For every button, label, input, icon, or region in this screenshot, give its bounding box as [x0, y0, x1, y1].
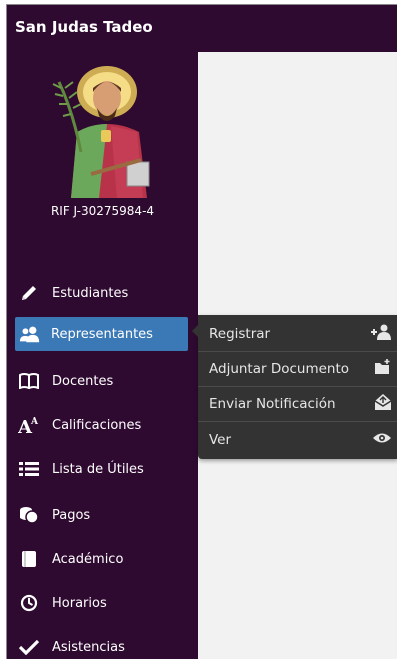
sidebar-item-asistencias[interactable]: Asistencias [7, 630, 198, 659]
svg-text:A: A [30, 417, 39, 427]
submenu-item-enviar-notificacion[interactable]: Enviar Notificación [198, 387, 397, 422]
sidebar-item-label: Horarios [52, 595, 107, 611]
sidebar-item-label: Pagos [52, 507, 91, 523]
pencil-icon [18, 283, 40, 303]
coins-icon [18, 505, 40, 525]
submenu-item-ver[interactable]: Ver [198, 422, 397, 457]
book-icon [18, 549, 40, 569]
sidebar-item-label: Asistencias [52, 639, 125, 655]
font-size-icon: AA [18, 415, 40, 435]
rif-label: RIF J-30275984-4 [50, 204, 155, 218]
sidebar-item-horarios[interactable]: Horarios [7, 586, 198, 620]
clock-icon [18, 593, 40, 613]
submenu-item-adjuntar-documento[interactable]: Adjuntar Documento [198, 352, 397, 387]
sidebar-item-calificaciones[interactable]: AA Calificaciones [7, 408, 198, 442]
user-plus-icon [370, 324, 392, 344]
sidebar-item-label: Académico [52, 551, 124, 567]
list-icon [18, 459, 40, 479]
sidebar-item-label: Representantes [51, 326, 153, 342]
app-window: San Judas Tadeo RIF J-30275984-4 Estudia… [6, 4, 397, 659]
sidebar-item-label: Docentes [52, 373, 114, 389]
top-bar: San Judas Tadeo [7, 5, 397, 52]
submenu-item-label: Ver [209, 431, 232, 448]
sidebar-item-academico[interactable]: Académico [7, 542, 198, 576]
submenu-item-registrar[interactable]: Registrar [198, 317, 397, 352]
sidebar-item-label: Calificaciones [52, 417, 142, 433]
book-open-icon [18, 371, 40, 391]
submenu-item-label: Enviar Notificación [209, 396, 336, 412]
sidebar: RIF J-30275984-4 Estudiantes Representan… [7, 52, 198, 659]
users-icon [19, 324, 41, 344]
saint-image [51, 62, 157, 198]
eye-icon [372, 432, 392, 448]
sidebar-item-docentes[interactable]: Docentes [7, 364, 198, 398]
folder-plus-icon [374, 359, 392, 379]
submenu-item-label: Registrar [209, 326, 271, 342]
sidebar-item-representantes[interactable]: Representantes [15, 317, 188, 351]
check-icon [18, 637, 40, 657]
sidebar-item-lista-utiles[interactable]: Lista de Útiles [7, 452, 198, 486]
submenu-item-label: Adjuntar Documento [209, 361, 350, 377]
sidebar-item-pagos[interactable]: Pagos [7, 498, 198, 532]
representantes-submenu: Registrar Adjuntar Documento Enviar Noti… [192, 315, 397, 459]
sidebar-item-estudiantes[interactable]: Estudiantes [7, 276, 198, 310]
sidebar-item-label: Lista de Útiles [52, 461, 144, 477]
envelope-open-icon [374, 393, 392, 415]
brand-title[interactable]: San Judas Tadeo [15, 18, 153, 36]
sidebar-item-label: Estudiantes [52, 285, 129, 301]
